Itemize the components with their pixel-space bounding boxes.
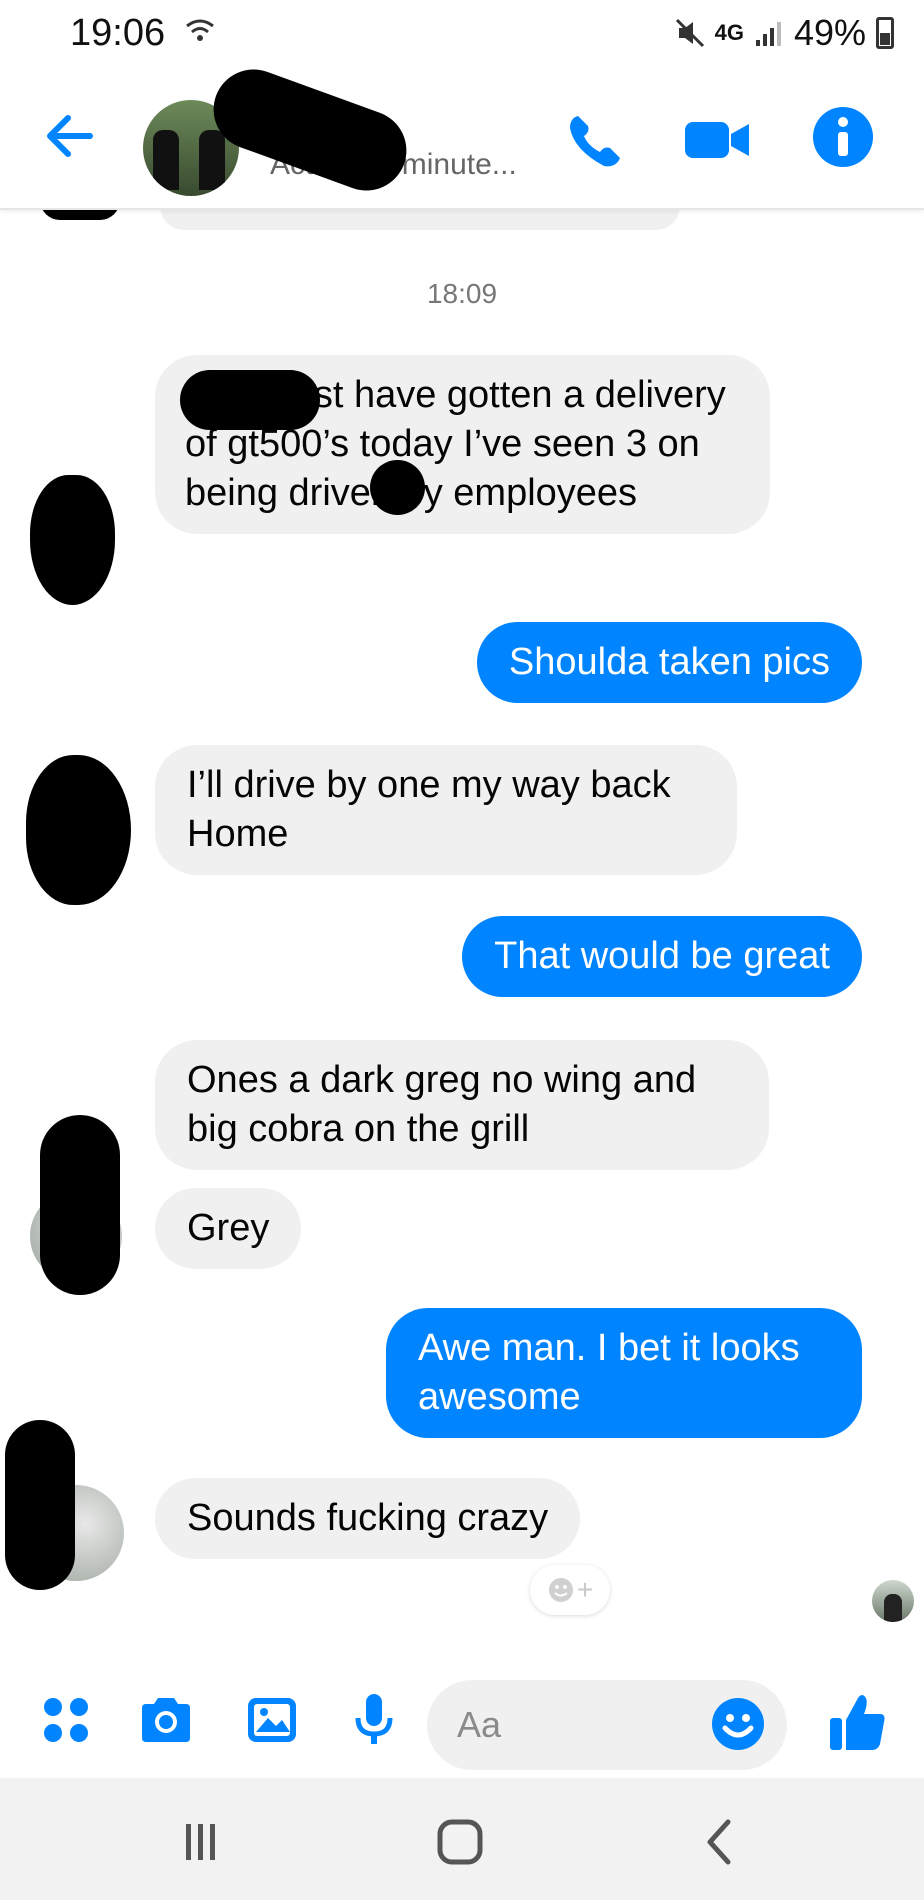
back-icon[interactable] [690,1814,750,1870]
message-timestamp: 18:09 [426,278,498,309]
conversation-header: Active 42 minute... [0,58,924,210]
video-camera-icon[interactable] [683,110,753,170]
redaction-mark [26,755,131,905]
seen-indicator-avatar [872,1580,914,1622]
mute-icon [675,18,704,48]
gallery-icon[interactable] [244,1692,300,1748]
camera-icon[interactable] [138,1692,194,1748]
status-indicators: 4G 49% [675,12,894,54]
add-reaction-button[interactable]: + [530,1565,610,1615]
system-navigation-bar [0,1778,924,1900]
outgoing-message[interactable]: Awe man. I bet it looks awesome [386,1308,862,1438]
message-text: Shoulda taken pics [508,641,830,683]
incoming-message[interactable]: I’ll drive by one my way back Home [155,745,737,875]
message-text: Sounds fucking crazy [187,1497,549,1539]
apps-grid-icon[interactable] [40,1694,92,1746]
redaction-mark [370,460,425,515]
signal-icon [755,22,781,46]
smiley-plus-icon [548,1578,573,1602]
microphone-icon[interactable] [346,1692,402,1748]
recent-apps-icon[interactable] [170,1814,230,1870]
emoji-icon[interactable] [710,1696,766,1752]
wifi-call-icon [186,19,214,41]
status-time: 19:06 [70,12,166,54]
message-text: That would be great [494,935,830,977]
incoming-message[interactable]: Ones a dark greg no wing and big cobra o… [155,1040,769,1170]
message-text: I’ll drive by one my way back Home [187,764,671,855]
thumbs-up-icon[interactable] [826,1690,890,1754]
sender-avatar-redacted [30,475,115,605]
plus-icon: + [576,1574,594,1605]
outgoing-message[interactable]: That would be great [462,916,862,997]
redaction-mark [180,370,320,430]
home-icon[interactable] [430,1814,490,1870]
back-arrow-icon[interactable] [40,106,100,166]
message-list: 18:09 ford must have gotten a delivery o… [0,190,924,1660]
redaction-mark [40,1115,120,1295]
battery-percent: 49% [793,12,866,53]
message-composer [0,1660,924,1778]
status-bar: 19:06 4G 49% [0,0,924,70]
network-type: 4G [714,20,744,45]
message-text: Awe man. I bet it looks awesome [418,1327,800,1418]
incoming-message[interactable]: Sounds fucking crazy [155,1478,581,1559]
message-text: Ones a dark greg no wing and big cobra o… [187,1059,697,1150]
outgoing-message[interactable]: Shoulda taken pics [476,622,862,703]
phone-icon[interactable] [560,106,630,176]
redaction-mark [5,1420,75,1590]
incoming-message[interactable]: Grey [155,1188,302,1269]
info-icon[interactable] [808,102,878,172]
battery-icon [876,17,894,49]
message-text: Grey [187,1207,270,1249]
